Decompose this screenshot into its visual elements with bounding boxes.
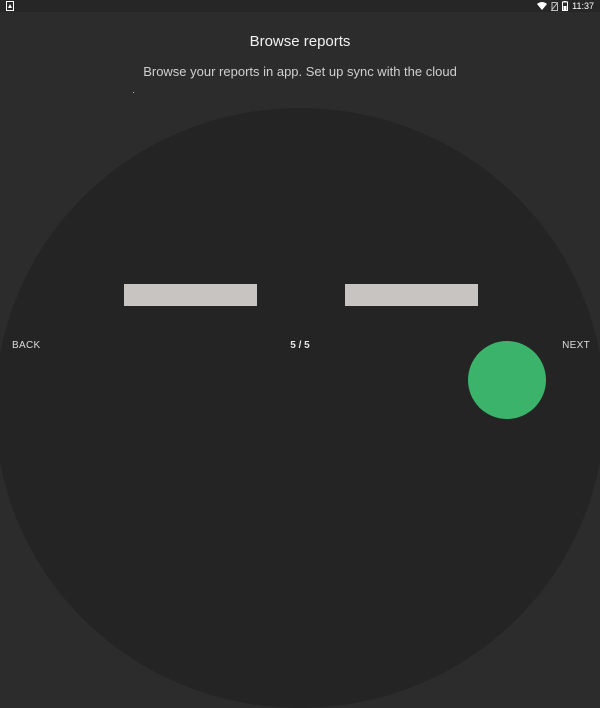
battery-icon: [562, 1, 569, 11]
status-icons: 11:37: [537, 0, 594, 12]
no-sim-icon: [551, 1, 559, 11]
notification-icon: [6, 1, 14, 11]
decorative-dot: [133, 92, 134, 93]
next-button[interactable]: NEXT: [562, 340, 590, 351]
page-title: Browse reports: [249, 33, 351, 50]
illustration-bar-right: [345, 284, 478, 306]
status-bar: 11:37: [0, 0, 600, 12]
illustration-bar-left: [124, 284, 257, 306]
status-clock: 11:37: [572, 1, 594, 11]
done-fab-button[interactable]: [468, 341, 546, 419]
page-subtitle: Browse your reports in app. Set up sync …: [143, 64, 457, 79]
wifi-icon: [537, 2, 548, 10]
